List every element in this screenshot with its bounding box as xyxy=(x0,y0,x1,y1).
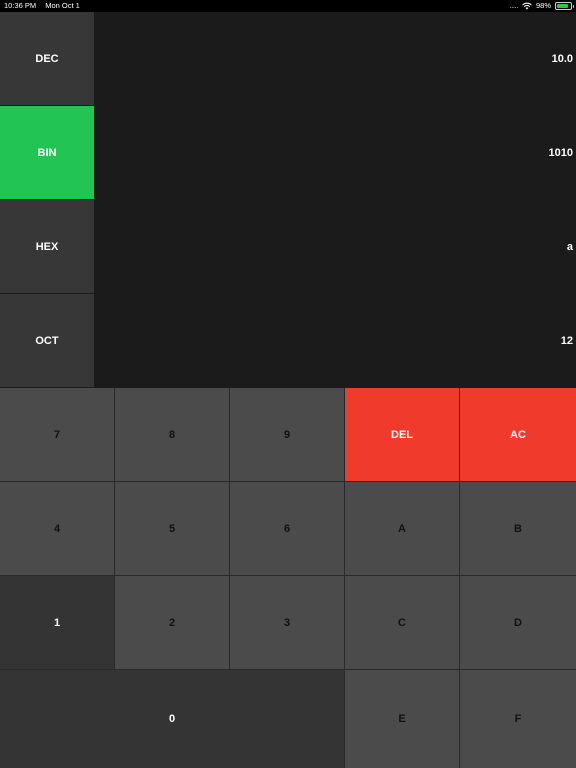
status-time: 10:36 PM xyxy=(4,1,37,10)
key-9[interactable]: 9 xyxy=(230,388,345,482)
dec-value: 10.0 xyxy=(551,52,573,65)
dec-base-button[interactable]: DEC xyxy=(0,12,94,105)
battery-percent: 98% xyxy=(535,1,551,10)
oct-value: 12 xyxy=(560,334,573,347)
status-date: Mon Oct 1 xyxy=(45,1,80,10)
delete-button[interactable]: DEL xyxy=(345,388,460,482)
hex-value: a xyxy=(566,240,573,253)
key-b[interactable]: B xyxy=(460,482,576,576)
key-a[interactable]: A xyxy=(345,482,460,576)
key-2[interactable]: 2 xyxy=(115,576,230,670)
oct-base-button[interactable]: OCT xyxy=(0,294,94,387)
battery-icon xyxy=(555,2,574,10)
hex-base-button[interactable]: HEX xyxy=(0,200,94,293)
bin-value: 1010 xyxy=(548,146,573,159)
wifi-icon xyxy=(522,2,532,10)
key-c[interactable]: C xyxy=(345,576,460,670)
key-d[interactable]: D xyxy=(460,576,576,670)
bin-base-button[interactable]: BIN xyxy=(0,106,94,199)
key-e[interactable]: E xyxy=(345,670,460,768)
key-6[interactable]: 6 xyxy=(230,482,345,576)
signal-dots: ..... xyxy=(509,1,518,10)
key-8[interactable]: 8 xyxy=(115,388,230,482)
key-5[interactable]: 5 xyxy=(115,482,230,576)
key-3[interactable]: 3 xyxy=(230,576,345,670)
status-bar: 10:36 PM Mon Oct 1 ..... 98% xyxy=(0,0,576,12)
key-0[interactable]: 0 xyxy=(0,670,345,768)
base-display-panel: DEC 10.0 BIN 1010 HEX a OCT 12 xyxy=(0,12,576,388)
key-1[interactable]: 1 xyxy=(0,576,115,670)
all-clear-button[interactable]: AC xyxy=(460,388,576,482)
key-f[interactable]: F xyxy=(460,670,576,768)
keypad: 7 8 9 DEL AC 4 5 6 A B 1 2 3 C D 0 E F xyxy=(0,388,576,768)
key-7[interactable]: 7 xyxy=(0,388,115,482)
key-4[interactable]: 4 xyxy=(0,482,115,576)
